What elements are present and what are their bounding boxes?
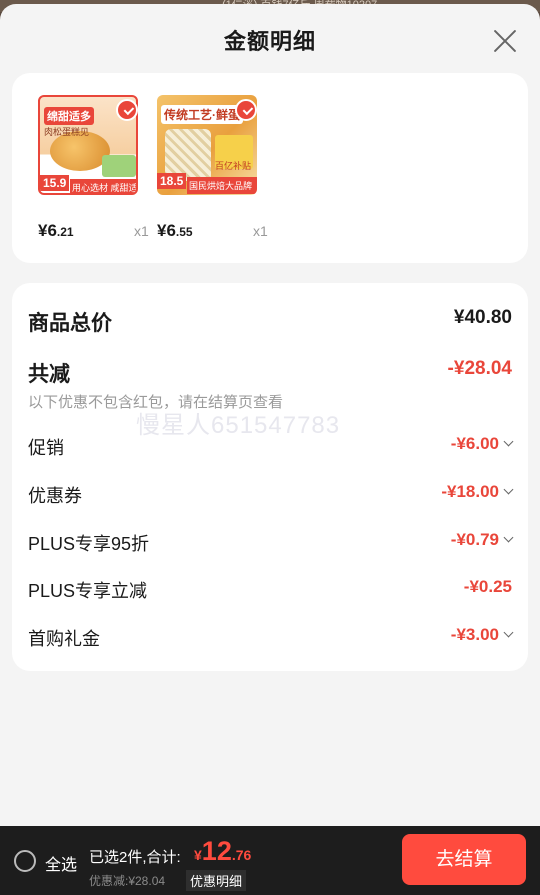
discount-row-plus-95[interactable]: PLUS专享95折 -¥0.79 — [28, 530, 514, 556]
chevron-down-icon — [503, 484, 514, 495]
total-decimal: .76 — [231, 847, 252, 863]
product-quantity: x1 — [253, 223, 268, 239]
chevron-down-icon — [503, 436, 514, 447]
discount-row-plus-reduce: PLUS专享立减 -¥0.25 — [28, 577, 512, 603]
selected-count-text: 已选2件,合计: — [89, 849, 181, 866]
product-quantity: x1 — [134, 223, 149, 239]
discount-value: -¥0.79 — [450, 530, 514, 550]
sheet-title: 金额明细 — [223, 29, 316, 54]
total-amount: ¥12.76 — [194, 836, 251, 867]
thumb-subtitle: 百亿补贴 — [215, 161, 252, 171]
discount-amount: -¥6.00 — [450, 434, 499, 453]
total-reduction-row: 共减 -¥28.04 — [28, 358, 512, 386]
discount-value: -¥3.00 — [450, 625, 514, 645]
price-yuan: ¥6 — [157, 221, 176, 240]
checkmark-icon[interactable] — [235, 99, 257, 121]
total-reduction-value: -¥28.04 — [447, 358, 512, 379]
chevron-down-icon — [503, 532, 514, 543]
discount-amount: -¥3.00 — [450, 625, 499, 644]
thumb-tag: 绵甜适多 — [44, 107, 94, 125]
goods-total-row: 商品总价 ¥40.80 — [28, 307, 512, 335]
thumb-price: 15.9 — [40, 175, 70, 191]
total-integer: 12 — [201, 836, 232, 866]
checkout-button[interactable]: 去结算 — [402, 834, 526, 885]
discount-row-promotion[interactable]: 促销 -¥6.00 — [28, 434, 514, 460]
select-all-radio[interactable] — [14, 850, 36, 872]
discount-amount: -¥0.79 — [450, 530, 499, 549]
thumb-subtitle: 肉松蛋糕见 — [44, 127, 90, 137]
price-summary-card: 商品总价 ¥40.80 共减 -¥28.04 以下优惠不包含红包，请在结算页查看… — [12, 283, 528, 671]
discount-label: PLUS专享95折 — [28, 534, 150, 554]
discount-amount: -¥18.00 — [441, 482, 499, 501]
amount-detail-sheet: 金额明细 绵甜适多 肉松蛋糕见 15.9 用心选材 咸甜适宜 ¥6.21 x1 … — [0, 4, 540, 826]
discount-summary: 优惠减:¥28.04 — [89, 874, 166, 888]
thumb-tag: 传统工艺·鲜蛋 — [161, 105, 243, 124]
currency-symbol: ¥ — [194, 847, 202, 863]
product-price: ¥6.21 — [38, 221, 74, 241]
discount-row-coupon[interactable]: 优惠券 -¥18.00 — [28, 482, 514, 508]
thumb-band: 国民烘焙大品牌 — [187, 177, 257, 194]
goods-total-value: ¥40.80 — [453, 307, 512, 328]
thumb-price: 18.5 — [157, 173, 187, 189]
price-cents: .21 — [56, 225, 74, 239]
discount-value: -¥6.00 — [450, 434, 514, 454]
price-yuan: ¥6 — [38, 221, 57, 240]
discount-note: 以下优惠不包含红包，请在结算页查看 — [28, 394, 284, 411]
close-icon[interactable] — [488, 24, 522, 58]
checkmark-icon[interactable] — [116, 99, 138, 121]
product-item[interactable]: 传统工艺·鲜蛋 百亿补贴 18.5 国民烘焙大品牌 ¥6.55 x1 — [157, 95, 268, 245]
package-image — [102, 155, 136, 177]
select-all-label[interactable]: 全选 — [45, 851, 77, 875]
total-reduction-label: 共减 — [28, 363, 70, 386]
goods-total-label: 商品总价 — [28, 312, 112, 335]
discount-row-first-purchase[interactable]: 首购礼金 -¥3.00 — [28, 625, 514, 651]
discount-label: 促销 — [28, 438, 64, 458]
discount-label: 首购礼金 — [28, 629, 100, 649]
checkout-bar: 全选 已选2件,合计: ¥12.76 优惠减:¥28.04 优惠明细 去结算 — [0, 826, 540, 895]
product-item[interactable]: 绵甜适多 肉松蛋糕见 15.9 用心选材 咸甜适宜 ¥6.21 x1 — [38, 95, 149, 245]
discount-label: PLUS专享立减 — [28, 581, 148, 601]
discount-label: 优惠券 — [28, 486, 82, 506]
products-card: 绵甜适多 肉松蛋糕见 15.9 用心选材 咸甜适宜 ¥6.21 x1 传统工艺·… — [12, 73, 528, 263]
price-cents: .55 — [175, 225, 193, 239]
discount-value: -¥0.25 — [463, 577, 512, 596]
discount-detail-button[interactable]: 优惠明细 — [186, 870, 247, 891]
discount-value: -¥18.00 — [441, 482, 514, 502]
chevron-down-icon — [503, 627, 514, 638]
product-price: ¥6.55 — [157, 221, 193, 241]
thumb-band: 用心选材 咸甜适宜 — [70, 179, 136, 193]
